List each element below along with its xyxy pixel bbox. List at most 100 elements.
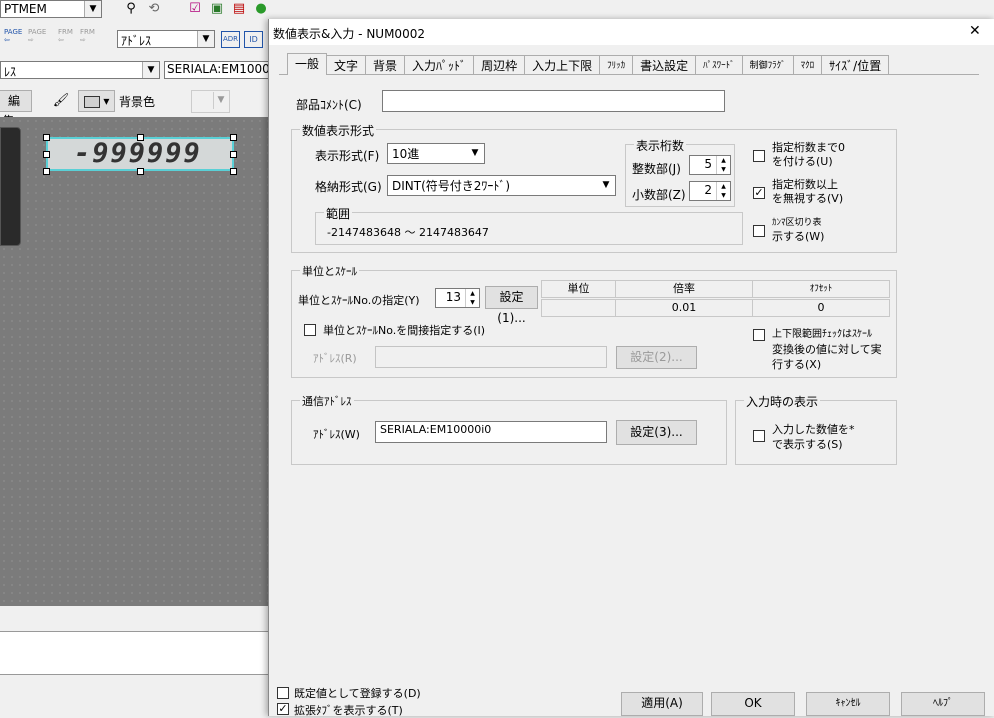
dialog-titlebar: 数値表示&入力 - NUM0002 ✕ — [269, 19, 994, 45]
storage-format-select[interactable]: DINT(符号付き2ﾜｰﾄﾞ) ▼ — [387, 175, 616, 196]
decimal-digits-stepper[interactable]: 2 ▲ ▼ — [689, 181, 731, 201]
address-combo[interactable]: ﾚｽ ▼ — [0, 61, 160, 79]
input-display-title: 入力時の表示 — [744, 393, 821, 410]
set3-button[interactable]: 設定(3)... — [616, 420, 697, 445]
ratio-value: 0.01 — [615, 299, 753, 317]
chevron-down-icon: ▼ — [213, 92, 228, 109]
resize-handle[interactable] — [230, 168, 237, 175]
register-default-label: 既定値として登録する(D) — [294, 687, 421, 700]
resize-handle[interactable] — [230, 151, 237, 158]
decimal-digits-value: 2 — [704, 183, 712, 197]
tab-1[interactable]: 文字 — [326, 55, 367, 75]
chevron-down-icon: ▼ — [197, 31, 214, 47]
mask-input-checkbox[interactable] — [753, 430, 765, 442]
set1-button[interactable]: 設定(1)... — [485, 286, 538, 325]
frame-next-button[interactable]: FRM ⇨ — [80, 28, 95, 44]
comma-separator-label: ｶﾝﾏ区切り表 示する(W) — [772, 216, 824, 244]
numeric-display-part[interactable]: -999999 — [46, 137, 234, 171]
ratio-header: 倍率 — [615, 280, 753, 298]
lamp-part[interactable] — [0, 127, 21, 246]
page-up-label: PAGE — [4, 28, 23, 36]
scale-no-value: 13 — [445, 290, 461, 304]
color-picker-button[interactable]: ▾ — [78, 90, 115, 112]
apply-button[interactable]: 適用(A) — [621, 692, 703, 716]
tab-3[interactable]: 入力ﾊﾟｯﾄﾞ — [404, 55, 475, 75]
chevron-down-icon: ▼ — [471, 148, 479, 158]
ok-button[interactable]: OK — [711, 692, 795, 716]
spin-buttons[interactable]: ▲ ▼ — [716, 156, 730, 174]
object-select-combo[interactable]: PTMEM ▼ — [0, 0, 102, 18]
brush-icon[interactable]: 🖌 — [52, 92, 70, 110]
tab-10[interactable]: ﾏｸﾛ — [792, 55, 823, 75]
tab-7[interactable]: 書込設定 — [632, 55, 697, 75]
tab-2[interactable]: 背景 — [365, 55, 406, 75]
comment-input[interactable] — [382, 90, 725, 112]
output-panel — [0, 632, 270, 675]
ignore-excess-label-line1: 指定桁数以上 — [772, 178, 838, 191]
tool-icon-2[interactable]: ▣ — [208, 0, 226, 18]
address-type-combo[interactable]: ｱﾄﾞﾚｽ ▼ — [117, 30, 215, 48]
page-down-button[interactable]: PAGE ⇨ — [28, 28, 46, 44]
scale-no-stepper[interactable]: 13 ▲ ▼ — [435, 288, 480, 308]
ignore-excess-label: 指定桁数以上 を無視する(V) — [772, 178, 843, 206]
range-check-checkbox[interactable] — [753, 329, 765, 341]
tab-5[interactable]: 入力上下限 — [524, 55, 601, 75]
range-check-label: 上下限範囲ﾁｪｯｸはｽｹｰﾙ 変換後の値に対して実 行する(X) — [772, 327, 882, 372]
indirect-address-input[interactable] — [375, 346, 607, 368]
id-button[interactable]: ID — [244, 31, 263, 48]
spin-buttons[interactable]: ▲ ▼ — [465, 289, 479, 307]
integer-digits-stepper[interactable]: 5 ▲ ▼ — [689, 155, 731, 175]
cancel-button[interactable]: ｷｬﾝｾﾙ — [806, 692, 890, 716]
resize-handle[interactable] — [137, 134, 144, 141]
binoculars-icon[interactable]: ⚲ — [122, 0, 140, 18]
decimal-digits-label: 小数部(Z) — [632, 188, 686, 202]
tab-6[interactable]: ﾌﾘｯｶ — [599, 55, 634, 75]
range-title: 範囲 — [324, 205, 353, 222]
resize-handle[interactable] — [137, 168, 144, 175]
tool-icon-3[interactable]: ▤ — [230, 0, 248, 18]
zero-pad-label: 指定桁数まで0 を付ける(U) — [772, 141, 845, 169]
ignore-excess-checkbox[interactable]: ✓ — [753, 187, 765, 199]
close-icon[interactable]: ✕ — [969, 23, 981, 39]
set2-button[interactable]: 設定(2)... — [616, 346, 697, 369]
tab-0[interactable]: 一般 — [287, 53, 328, 75]
comm-address-label: ｱﾄﾞﾚｽ(W) — [313, 428, 360, 441]
indirect-scale-checkbox[interactable] — [304, 324, 316, 336]
checkbox-tool-icon[interactable]: ☑ — [186, 0, 204, 18]
resize-handle[interactable] — [43, 134, 50, 141]
zero-pad-checkbox[interactable] — [753, 150, 765, 162]
range-check-line2: 変換後の値に対して実 — [772, 343, 882, 356]
tab-9[interactable]: 制御ﾌﾗｸﾞ — [741, 55, 794, 75]
spin-buttons[interactable]: ▲ ▼ — [716, 182, 730, 200]
background-app: PTMEM ▼ ⚲ ⟲ ☑ ▣ ▤ ● PAGE ⇦ PAGE ⇨ FRM ⇦ FRM… — [0, 0, 270, 716]
dialog-title: 数値表示&入力 - NUM0002 — [273, 27, 425, 41]
tab-8[interactable]: ﾊﾟｽﾜｰﾄﾞ — [695, 55, 743, 75]
page-up-button[interactable]: PAGE ⇦ — [4, 28, 22, 44]
display-format-select[interactable]: 10進 ▼ — [387, 143, 485, 164]
zero-pad-label-line2: を付ける(U) — [772, 155, 833, 168]
resize-handle[interactable] — [230, 134, 237, 141]
replace-icon[interactable]: ⟲ — [145, 0, 163, 18]
frame-prev-button[interactable]: FRM ⇦ — [58, 28, 73, 44]
edit-button[interactable]: 編集... — [0, 90, 32, 128]
resize-handle[interactable] — [43, 168, 50, 175]
help-button[interactable]: ﾍﾙﾌﾟ — [901, 692, 985, 716]
indirect-scale-label: 単位とｽｹｰﾙNo.を間接指定する(I) — [323, 324, 486, 337]
tab-11[interactable]: ｻｲｽﾞ/位置 — [821, 55, 890, 75]
comma-separator-checkbox[interactable] — [753, 225, 765, 237]
comm-address-input[interactable]: SERIALA:EM10000i0 — [375, 421, 607, 443]
adr-button[interactable]: ADR — [221, 31, 240, 48]
comma-label-line2: 示する(W) — [772, 230, 825, 243]
show-ext-tabs-checkbox[interactable]: ✓ — [277, 703, 289, 715]
address-field[interactable]: SERIALA:EM10000i0 — [164, 61, 270, 79]
register-default-checkbox[interactable] — [277, 687, 289, 699]
address-type-value: ｱﾄﾞﾚｽ — [121, 34, 152, 48]
scale-no-label: 単位とｽｹｰﾙNo.の指定(Y) — [298, 294, 420, 307]
tab-4[interactable]: 周辺枠 — [473, 55, 526, 75]
bg-color-combo[interactable]: ▼ — [191, 90, 230, 113]
comma-label-line1: ｶﾝﾏ区切り表 — [772, 218, 822, 228]
unit-scale-title: 単位とｽｹｰﾙ — [300, 263, 359, 279]
screen-canvas[interactable] — [0, 117, 270, 606]
lamp-icon[interactable]: ● — [252, 0, 270, 18]
resize-handle[interactable] — [43, 151, 50, 158]
